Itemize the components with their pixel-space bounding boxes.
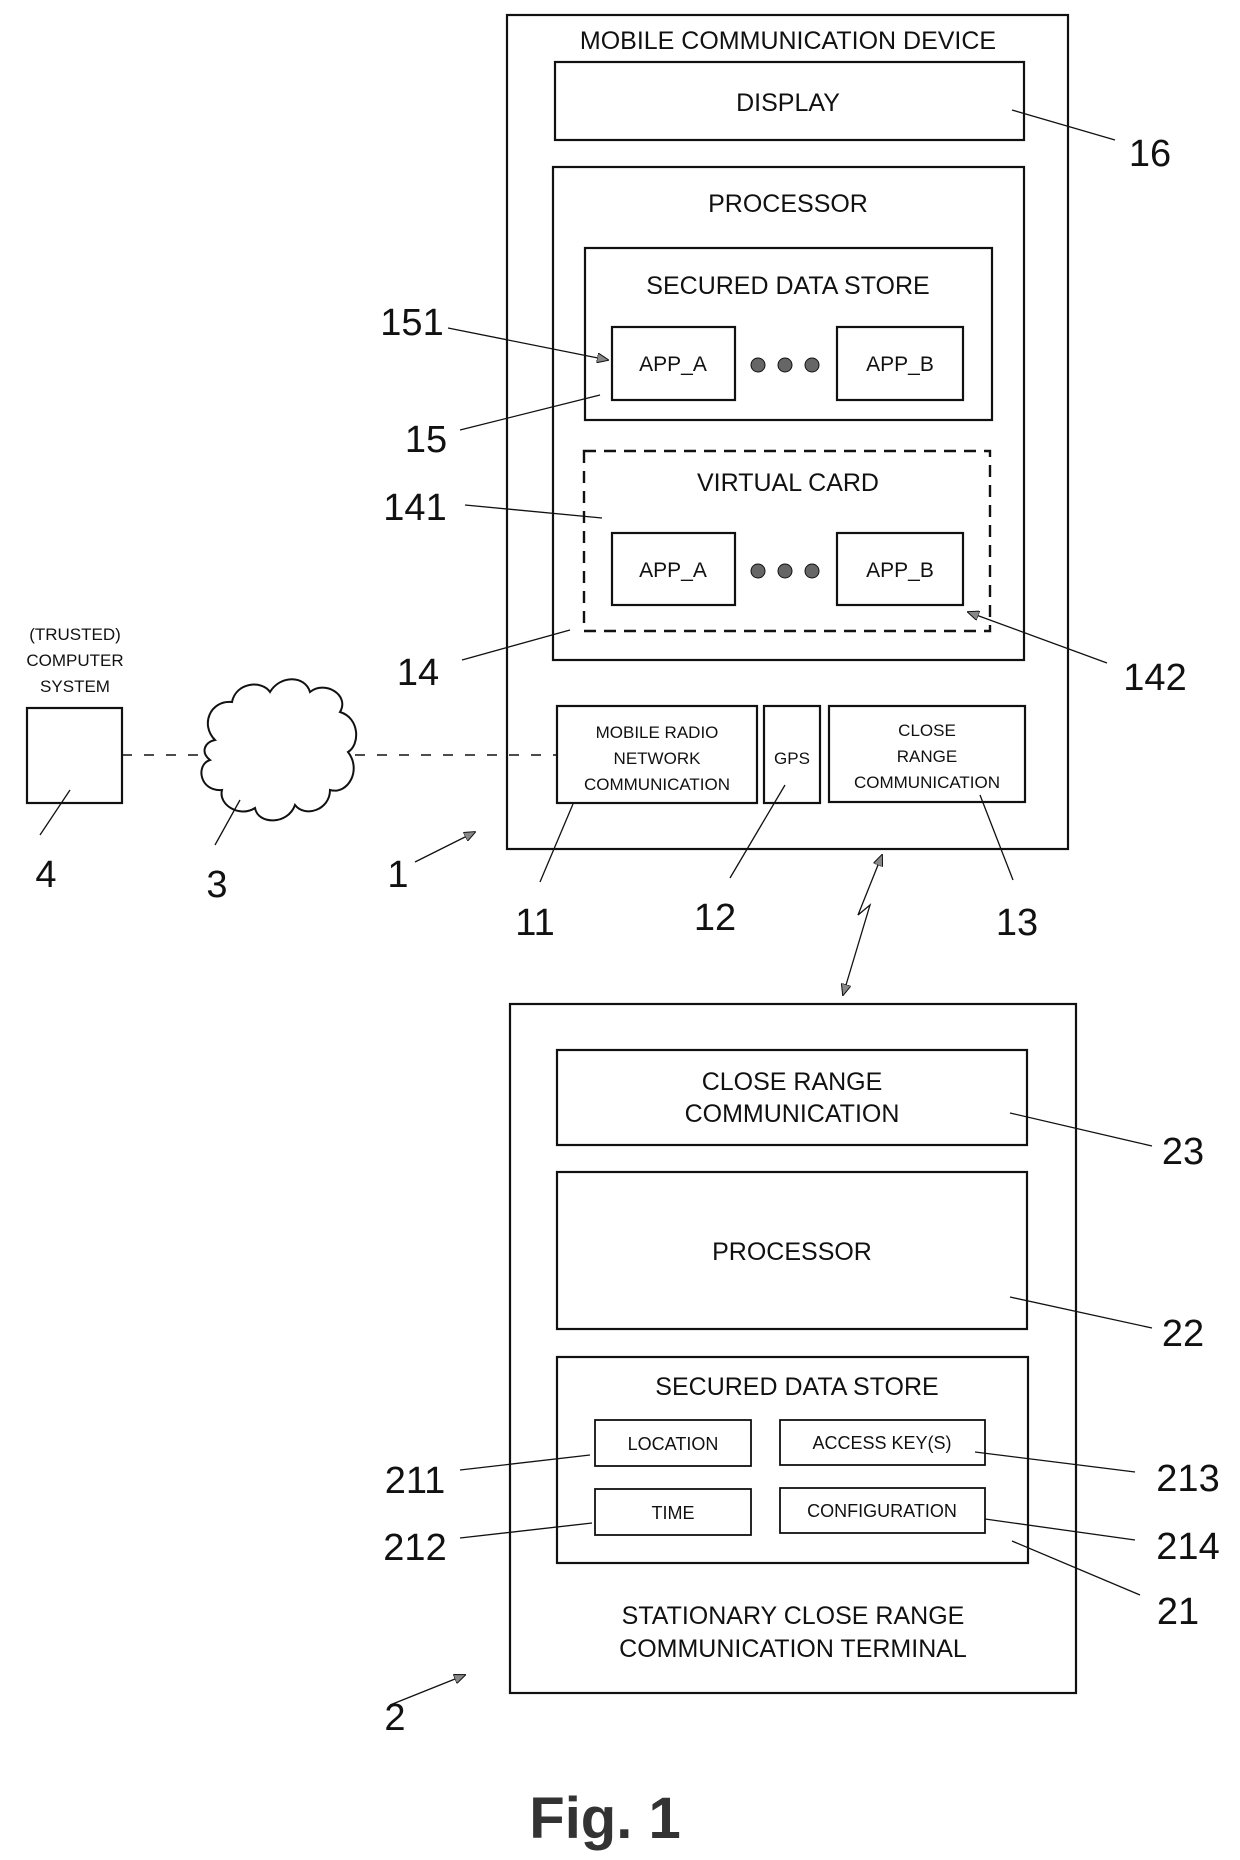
access-keys-label: ACCESS KEY(S) <box>812 1433 951 1453</box>
ref-3: 3 <box>206 864 227 906</box>
leader-212 <box>459 1522 593 1539</box>
ref-2: 2 <box>384 1697 405 1739</box>
leader-141 <box>464 504 603 519</box>
ellipsis-dot <box>750 563 766 579</box>
network-cloud-icon <box>200 678 358 822</box>
computer-label-line-1: (TRUSTED) <box>29 625 121 644</box>
leader-22 <box>1009 1296 1153 1329</box>
vc-app-a-label: APP_A <box>639 559 707 582</box>
ellipsis-dot <box>804 563 820 579</box>
ref-12: 12 <box>694 897 736 939</box>
leader-1 <box>414 832 475 863</box>
processor-block <box>551 165 1026 662</box>
ellipsis-dot <box>804 357 820 373</box>
leader-142 <box>968 612 1108 664</box>
ref-13: 13 <box>996 902 1038 944</box>
ref-151: 151 <box>380 302 443 344</box>
time-label: TIME <box>652 1503 695 1523</box>
terminal-close-range-line-2: COMMUNICATION <box>685 1100 900 1128</box>
computer-label-line-3: SYSTEM <box>40 677 110 696</box>
ref-22: 22 <box>1162 1313 1204 1355</box>
terminal-sds-title: SECURED DATA STORE <box>655 1373 938 1401</box>
ref-141: 141 <box>383 487 446 529</box>
ref-15: 15 <box>405 419 447 461</box>
location-label: LOCATION <box>628 1434 719 1454</box>
close-range-line-1: CLOSE <box>898 721 956 740</box>
leader-13 <box>979 794 1014 881</box>
wireless-link-icon <box>843 855 882 995</box>
mobile-device-title: MOBILE COMMUNICATION DEVICE <box>580 27 996 55</box>
secured-data-store-title: SECURED DATA STORE <box>646 272 929 300</box>
leader-23 <box>1009 1112 1153 1147</box>
ref-213: 213 <box>1156 1458 1219 1500</box>
computer-label-line-2: COMPUTER <box>26 651 123 670</box>
leader-11 <box>539 803 574 883</box>
terminal-title-line-2: COMMUNICATION TERMINAL <box>619 1635 967 1663</box>
ref-142: 142 <box>1123 657 1186 699</box>
ref-23: 23 <box>1162 1131 1204 1173</box>
trusted-computer-system: (TRUSTED) COMPUTER SYSTEM <box>25 625 124 805</box>
ref-211: 211 <box>385 1460 446 1502</box>
stationary-terminal: CLOSE RANGE COMMUNICATION PROCESSOR SECU… <box>508 1002 1078 1695</box>
figure-caption: Fig. 1 <box>529 1786 680 1851</box>
gps-label: GPS <box>774 749 810 768</box>
leader-211 <box>459 1454 591 1471</box>
ref-1: 1 <box>387 854 408 896</box>
ref-14: 14 <box>397 652 439 694</box>
ref-16: 16 <box>1129 133 1171 175</box>
sds-app-a-label: APP_A <box>639 353 707 376</box>
ellipsis-dot <box>777 357 793 373</box>
terminal-title-line-1: STATIONARY CLOSE RANGE <box>622 1602 965 1630</box>
ref-212: 212 <box>383 1527 446 1569</box>
leader-15 <box>459 394 601 431</box>
virtual-card-title: VIRTUAL CARD <box>697 469 879 497</box>
terminal-close-range-block <box>555 1048 1029 1147</box>
terminal-processor-label: PROCESSOR <box>712 1238 872 1266</box>
ref-4: 4 <box>35 854 56 896</box>
mobile-radio-line-3: COMMUNICATION <box>584 775 730 794</box>
ellipsis-dot <box>750 357 766 373</box>
reference-numerals: 16 151 15 141 14 142 4 3 1 11 12 13 23 2… <box>35 133 1219 1739</box>
computer-system-box <box>25 706 124 805</box>
sds-app-b-label: APP_B <box>866 353 934 376</box>
close-range-line-3: COMMUNICATION <box>854 773 1000 792</box>
ref-214: 214 <box>1156 1526 1219 1568</box>
leader-4 <box>39 789 71 836</box>
display-label: DISPLAY <box>736 89 840 117</box>
processor-label: PROCESSOR <box>708 190 868 218</box>
terminal-close-range-line-1: CLOSE RANGE <box>702 1068 883 1096</box>
leader-16 <box>1011 109 1116 141</box>
patent-figure: MOBILE COMMUNICATION DEVICE DISPLAY PROC… <box>25 13 1220 1851</box>
leader-214 <box>984 1518 1136 1541</box>
mobile-radio-line-2: NETWORK <box>614 749 702 768</box>
ref-21: 21 <box>1157 1591 1199 1633</box>
configuration-label: CONFIGURATION <box>807 1501 957 1521</box>
leader-213 <box>974 1451 1136 1473</box>
mobile-radio-line-1: MOBILE RADIO <box>596 723 719 742</box>
mobile-communication-device: MOBILE COMMUNICATION DEVICE DISPLAY PROC… <box>505 13 1070 851</box>
ref-11: 11 <box>515 902 554 944</box>
vc-app-b-label: APP_B <box>866 559 934 582</box>
close-range-line-2: RANGE <box>897 747 957 766</box>
ellipsis-dot <box>777 563 793 579</box>
